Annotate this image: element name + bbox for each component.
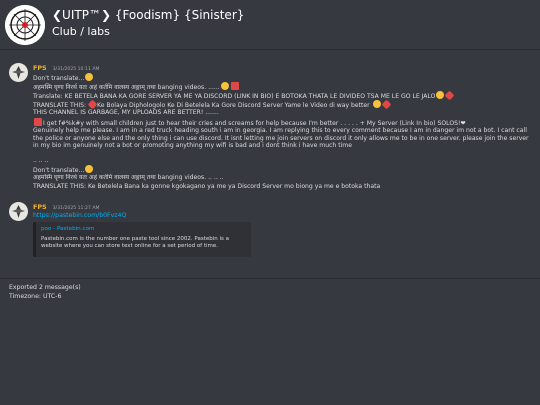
message-meta: FPS 3/31/2025 10:11 AM [33,64,99,72]
embed-description: Pastebin.com is the number one paste too… [41,236,230,249]
angry-face-icon [85,73,94,81]
export-count: Exported 2 message(s) [9,284,81,291]
author-name[interactable]: FPS [33,203,47,211]
channel-name: Club / labs [52,25,110,38]
timezone-info: Timezone: UTC-6 [9,293,62,300]
guild-name: ❮UITP™❯ {Foodism} {Sinister} [52,8,245,22]
avatar[interactable] [9,63,28,82]
avatar[interactable] [9,202,28,221]
smile-face-icon [220,82,229,90]
embed-title-link[interactable]: poo - Pastebin.com [41,226,94,232]
message-line: THIS CHANNEL IS GARBAGE, MY UPLOADS ARE … [33,109,219,116]
smile-face-icon [372,100,381,108]
message-line: अहमस्मि घृणा निरर्थ यतः अहं कर्तमि वालस्… [33,174,224,181]
grin-face-icon [436,91,445,99]
message-meta: FPS 3/31/2025 11:27 AM [33,203,99,211]
timestamp: 3/31/2025 11:27 AM [52,206,100,211]
link-embed: poo - Pastebin.com Pastebin.com is the n… [33,222,251,257]
crossed-swords-icon [34,118,42,126]
timestamp: 3/31/2025 10:11 AM [52,67,100,72]
message-line: TRANSLATE THIS: Ke Betelela Bana ka gonn… [33,183,381,190]
message-line: .. .. .. [33,157,49,164]
crossed-swords-icon [230,82,239,90]
author-name[interactable]: FPS [33,64,47,72]
channel-header: ❮UITP™❯ {Foodism} {Sinister} Club / labs [0,0,540,50]
message-link[interactable]: https://pastebin.com/b0Fvz4Q [33,212,126,219]
message-line: Genuinely help me please. I am in a red … [33,127,529,150]
angry-face-icon [85,165,94,173]
guild-icon [5,5,45,45]
divider [0,278,540,279]
